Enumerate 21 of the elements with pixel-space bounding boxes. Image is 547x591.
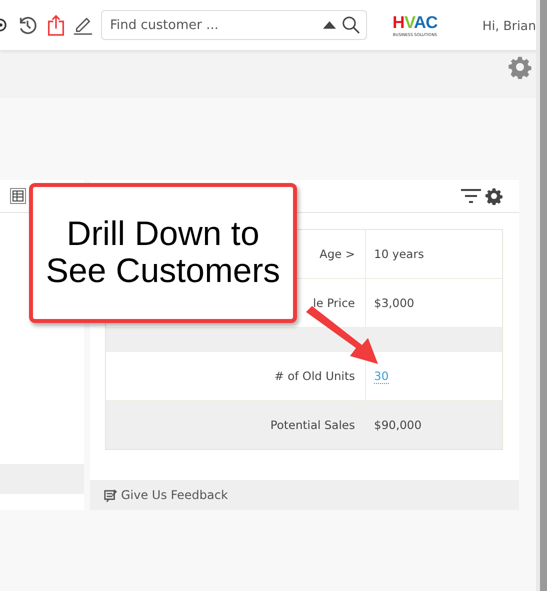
pencil-icon[interactable]: [73, 15, 93, 35]
feedback-icon[interactable]: [104, 488, 117, 502]
user-greeting[interactable]: Hi, Brian: [482, 18, 536, 32]
row-value: $3,000: [374, 296, 414, 310]
filter-icon[interactable]: [461, 189, 481, 203]
search-field[interactable]: Find customer ...: [101, 10, 367, 40]
settings-icon[interactable]: [485, 187, 503, 205]
scrollbar[interactable]: [536, 0, 547, 591]
callout-text: Drill Down to See Customers: [29, 183, 297, 323]
share-icon[interactable]: [47, 14, 65, 36]
row-label: Age >: [319, 247, 355, 261]
row-label: le Price: [313, 296, 355, 310]
search-icon[interactable]: [342, 16, 360, 34]
row-label: # of Old Units: [274, 369, 355, 383]
row-label: Potential Sales: [270, 418, 355, 432]
feedback-link[interactable]: Give Us Feedback: [121, 488, 228, 502]
caret-icon[interactable]: [323, 21, 336, 29]
row-value: 10 years: [374, 247, 424, 261]
search-input: Find customer ...: [110, 18, 317, 32]
table-icon[interactable]: [10, 188, 26, 204]
row-value: $90,000: [374, 418, 422, 432]
